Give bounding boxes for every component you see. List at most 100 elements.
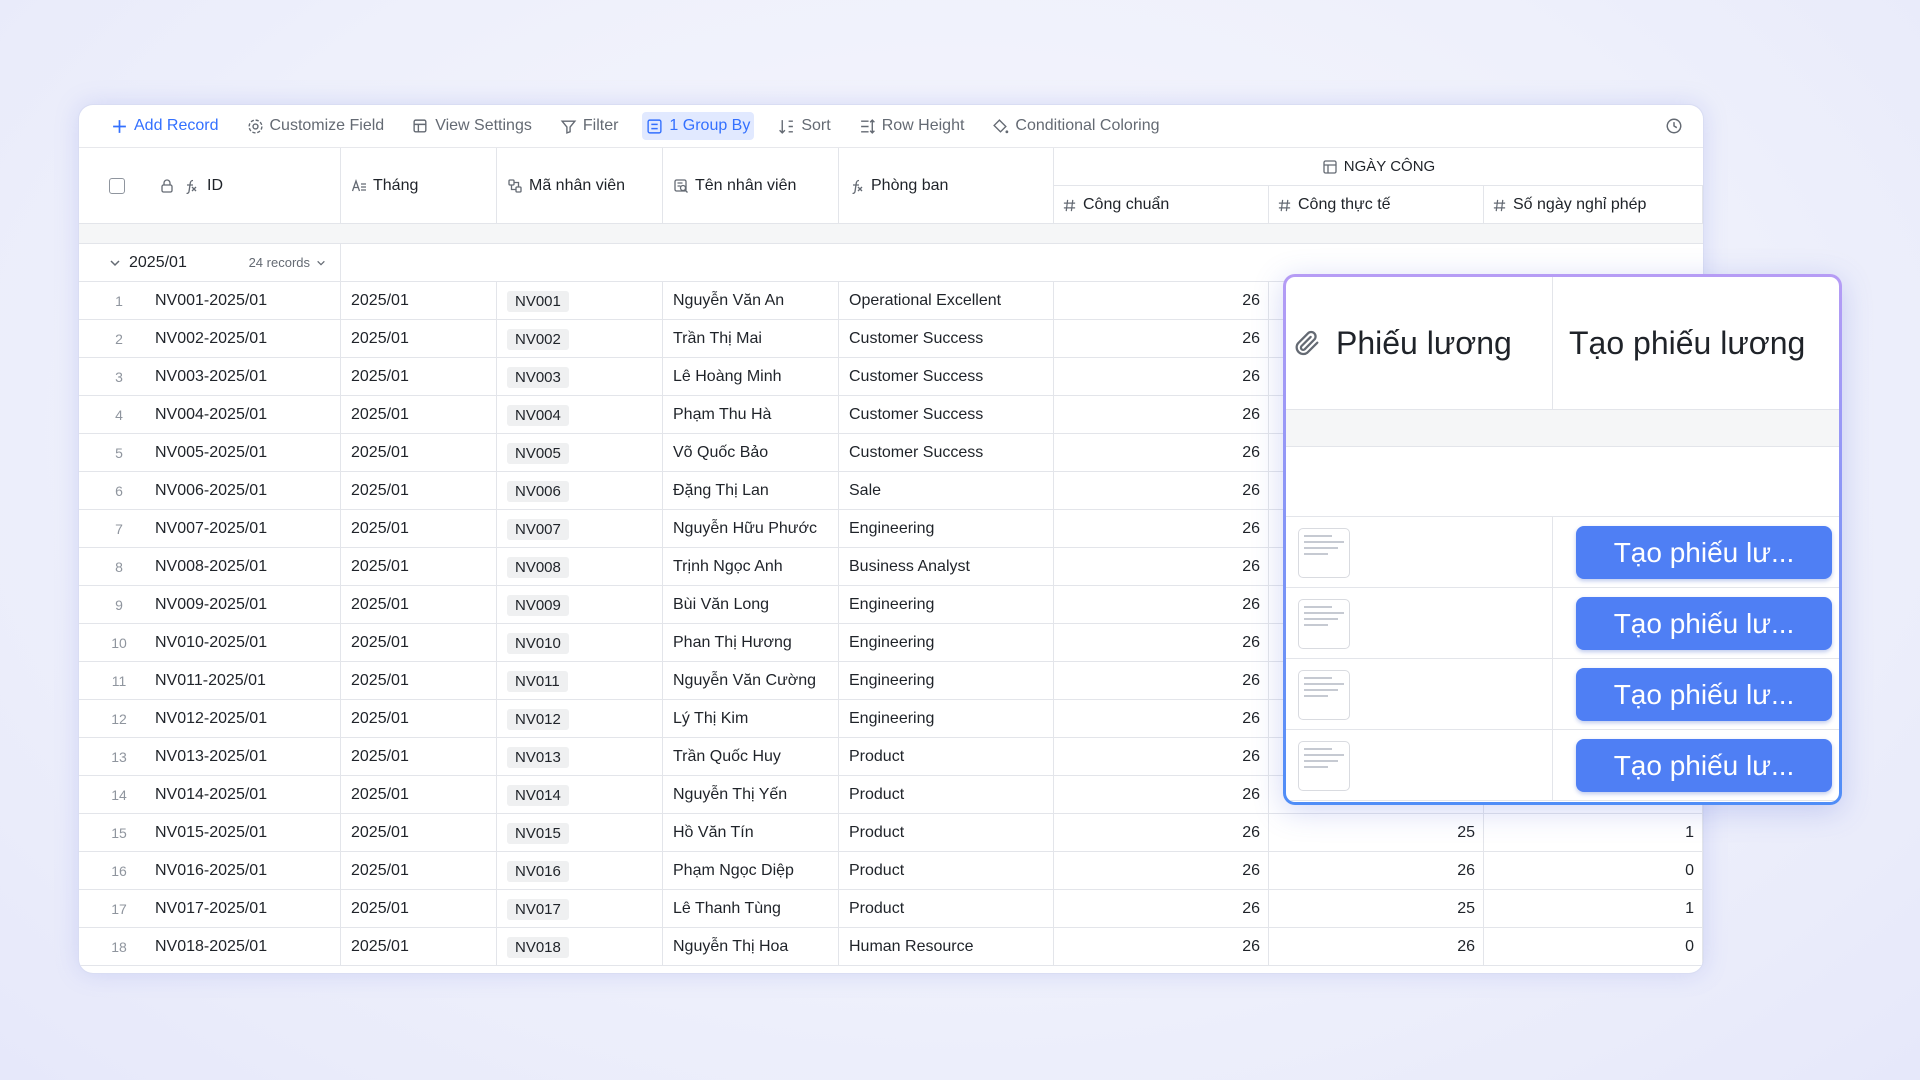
create-payslip-button[interactable]: Tạo phiếu lư... xyxy=(1576,597,1832,650)
header-phong-ban[interactable]: Phòng ban xyxy=(839,148,1054,224)
filter-button[interactable]: Filter xyxy=(556,112,623,140)
cell-phong-ban[interactable]: Business Analyst xyxy=(839,548,1054,586)
cell-ten-nhan-vien[interactable]: Trịnh Ngọc Anh xyxy=(663,548,839,586)
cell-phong-ban[interactable]: Product xyxy=(839,890,1054,928)
header-cong-thuc-te[interactable]: Công thực tế xyxy=(1269,186,1484,224)
cell-cong-chuan[interactable]: 26 xyxy=(1054,890,1269,928)
header-ma-nhan-vien[interactable]: Mã nhân viên xyxy=(497,148,663,224)
cell-ma-nhan-vien[interactable]: NV014 xyxy=(497,776,663,814)
view-settings-button[interactable]: View Settings xyxy=(408,112,536,140)
group-by-button[interactable]: 1 Group By xyxy=(642,112,755,140)
add-record-button[interactable]: Add Record xyxy=(107,112,223,140)
table-row[interactable]: 17 NV017-2025/01 2025/01 NV017 Lê Thanh Tùng… xyxy=(79,890,1703,928)
cell-ten-nhan-vien[interactable]: Lý Thị Kim xyxy=(663,700,839,738)
cell-ma-nhan-vien[interactable]: NV009 xyxy=(497,586,663,624)
payslip-thumbnail[interactable] xyxy=(1298,741,1350,791)
create-payslip-button[interactable]: Tạo phiếu lư... xyxy=(1576,668,1832,721)
row-height-button[interactable]: Row Height xyxy=(855,112,969,140)
cell-cong-chuan[interactable]: 26 xyxy=(1054,738,1269,776)
cell-thang[interactable]: 2025/01 xyxy=(341,510,497,548)
cell-ma-nhan-vien[interactable]: NV006 xyxy=(497,472,663,510)
cell-thang[interactable]: 2025/01 xyxy=(341,320,497,358)
cell-ten-nhan-vien[interactable]: Hồ Văn Tín xyxy=(663,814,839,852)
cell-thang[interactable]: 2025/01 xyxy=(341,358,497,396)
cell-ten-nhan-vien[interactable]: Phạm Thu Hà xyxy=(663,396,839,434)
cell-thang[interactable]: 2025/01 xyxy=(341,472,497,510)
cell-cong-thuc-te[interactable]: 25 xyxy=(1269,814,1484,852)
header-phieu-luong[interactable]: Phiếu lương xyxy=(1292,277,1512,410)
cell-phong-ban[interactable]: Customer Success xyxy=(839,434,1054,472)
cell-ten-nhan-vien[interactable]: Nguyễn Hữu Phước xyxy=(663,510,839,548)
header-ten-nhan-vien[interactable]: Tên nhân viên xyxy=(663,148,839,224)
header-so-ngay-nghi[interactable]: Số ngày nghỉ phép xyxy=(1484,186,1703,224)
header-tao-phieu-luong[interactable]: Tạo phiếu lương xyxy=(1569,277,1805,410)
cell-phong-ban[interactable]: Product xyxy=(839,738,1054,776)
cell-ma-nhan-vien[interactable]: NV018 xyxy=(497,928,663,966)
header-cong-chuan[interactable]: Công chuẩn xyxy=(1054,186,1269,224)
cell-phong-ban[interactable]: Engineering xyxy=(839,662,1054,700)
cell-cong-chuan[interactable]: 26 xyxy=(1054,776,1269,814)
cell-cong-chuan[interactable]: 26 xyxy=(1054,928,1269,966)
create-payslip-button[interactable]: Tạo phiếu lư... xyxy=(1576,526,1832,579)
cell-ten-nhan-vien[interactable]: Đặng Thị Lan xyxy=(663,472,839,510)
cell-cong-chuan[interactable]: 26 xyxy=(1054,852,1269,890)
header-id[interactable]: ID xyxy=(79,148,341,224)
cell-phong-ban[interactable]: Product xyxy=(839,814,1054,852)
cell-thang[interactable]: 2025/01 xyxy=(341,396,497,434)
cell-ten-nhan-vien[interactable]: Phạm Ngọc Diệp xyxy=(663,852,839,890)
cell-so-ngay-nghi[interactable]: 1 xyxy=(1484,814,1703,852)
cell-phong-ban[interactable]: Engineering xyxy=(839,586,1054,624)
header-group-ngay-cong[interactable]: NGÀY CÔNG xyxy=(1054,148,1703,186)
select-all-checkbox[interactable] xyxy=(109,178,125,194)
cell-phong-ban[interactable]: Product xyxy=(839,776,1054,814)
cell-ma-nhan-vien[interactable]: NV012 xyxy=(497,700,663,738)
cell-thang[interactable]: 2025/01 xyxy=(341,624,497,662)
cell-ten-nhan-vien[interactable]: Nguyễn Thị Hoa xyxy=(663,928,839,966)
cell-thang[interactable]: 2025/01 xyxy=(341,282,497,320)
group-count[interactable]: 24 records xyxy=(249,255,326,270)
cell-ten-nhan-vien[interactable]: Bùi Văn Long xyxy=(663,586,839,624)
cell-ten-nhan-vien[interactable]: Trần Quốc Huy xyxy=(663,738,839,776)
cell-ten-nhan-vien[interactable]: Nguyễn Văn Cường xyxy=(663,662,839,700)
payslip-thumbnail[interactable] xyxy=(1298,599,1350,649)
cell-cong-chuan[interactable]: 26 xyxy=(1054,434,1269,472)
cell-ten-nhan-vien[interactable]: Nguyễn Văn An xyxy=(663,282,839,320)
cell-so-ngay-nghi[interactable]: 1 xyxy=(1484,890,1703,928)
cell-phong-ban[interactable]: Engineering xyxy=(839,624,1054,662)
payslip-thumbnail[interactable] xyxy=(1298,670,1350,720)
cell-thang[interactable]: 2025/01 xyxy=(341,928,497,966)
cell-cong-chuan[interactable]: 26 xyxy=(1054,700,1269,738)
cell-cong-thuc-te[interactable]: 25 xyxy=(1269,890,1484,928)
cell-ma-nhan-vien[interactable]: NV010 xyxy=(497,624,663,662)
cell-ma-nhan-vien[interactable]: NV001 xyxy=(497,282,663,320)
cell-ma-nhan-vien[interactable]: NV015 xyxy=(497,814,663,852)
cell-ma-nhan-vien[interactable]: NV002 xyxy=(497,320,663,358)
cell-cong-chuan[interactable]: 26 xyxy=(1054,396,1269,434)
cell-ten-nhan-vien[interactable]: Lê Hoàng Minh xyxy=(663,358,839,396)
header-thang[interactable]: Tháng xyxy=(341,148,497,224)
cell-thang[interactable]: 2025/01 xyxy=(341,890,497,928)
cell-thang[interactable]: 2025/01 xyxy=(341,700,497,738)
cell-ma-nhan-vien[interactable]: NV016 xyxy=(497,852,663,890)
cell-ten-nhan-vien[interactable]: Lê Thanh Tùng xyxy=(663,890,839,928)
cell-cong-chuan[interactable]: 26 xyxy=(1054,548,1269,586)
conditional-coloring-button[interactable]: Conditional Coloring xyxy=(988,112,1163,140)
cell-ma-nhan-vien[interactable]: NV013 xyxy=(497,738,663,776)
cell-cong-chuan[interactable]: 26 xyxy=(1054,510,1269,548)
cell-thang[interactable]: 2025/01 xyxy=(341,776,497,814)
cell-phong-ban[interactable]: Customer Success xyxy=(839,396,1054,434)
cell-ma-nhan-vien[interactable]: NV008 xyxy=(497,548,663,586)
create-payslip-button[interactable]: Tạo phiếu lư... xyxy=(1576,739,1832,792)
cell-ten-nhan-vien[interactable]: Võ Quốc Bảo xyxy=(663,434,839,472)
history-button[interactable] xyxy=(1665,117,1683,135)
cell-cong-chuan[interactable]: 26 xyxy=(1054,358,1269,396)
table-row[interactable]: 15 NV015-2025/01 2025/01 NV015 Hồ Văn Tín Pro… xyxy=(79,814,1703,852)
cell-thang[interactable]: 2025/01 xyxy=(341,586,497,624)
cell-cong-chuan[interactable]: 26 xyxy=(1054,320,1269,358)
cell-phong-ban[interactable]: Operational Excellent xyxy=(839,282,1054,320)
cell-ma-nhan-vien[interactable]: NV017 xyxy=(497,890,663,928)
cell-cong-chuan[interactable]: 26 xyxy=(1054,586,1269,624)
cell-thang[interactable]: 2025/01 xyxy=(341,548,497,586)
sort-button[interactable]: Sort xyxy=(774,112,834,140)
cell-so-ngay-nghi[interactable]: 0 xyxy=(1484,928,1703,966)
